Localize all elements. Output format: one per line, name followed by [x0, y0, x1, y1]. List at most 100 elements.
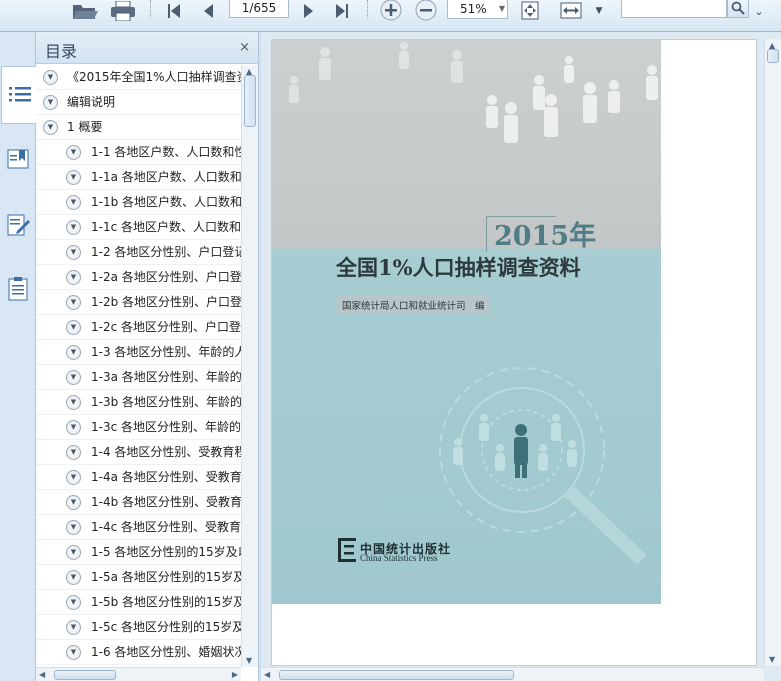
toc-item[interactable]: ▼ 1-4c 各地区分性别、受教育: [36, 515, 241, 540]
document-page[interactable]: 2015年 全国1%人口抽样调查资料 国家统计局人口和就业统计司 编 中国统计出…: [271, 39, 757, 666]
toc-list-icon: [8, 87, 31, 102]
last-page-icon[interactable]: [331, 0, 353, 22]
expand-chevron-icon[interactable]: ▼: [66, 395, 81, 410]
viewer-hscroll-thumb[interactable]: [279, 670, 514, 680]
chevron-down-icon[interactable]: ▼: [592, 0, 606, 22]
expand-chevron-icon[interactable]: ▼: [66, 345, 81, 360]
toc-item[interactable]: ▼ 编辑说明: [36, 90, 241, 115]
expand-chevron-icon[interactable]: ▼: [66, 645, 81, 660]
toc-item[interactable]: ▼ 1-5 各地区分性别的15岁及以: [36, 540, 241, 565]
expand-chevron-icon[interactable]: ▼: [66, 545, 81, 560]
toc-hscroll-thumb[interactable]: [54, 670, 116, 680]
toc-item[interactable]: ▼ 1-1b 各地区户数、人口数和: [36, 190, 241, 215]
annotation-tab[interactable]: [1, 196, 35, 254]
toc-item[interactable]: ▼ 1-2b 各地区分性别、户口登: [36, 290, 241, 315]
toc-horizontal-scrollbar[interactable]: ◀ ▶: [36, 667, 241, 681]
expand-chevron-icon[interactable]: ▼: [66, 220, 81, 235]
expand-chevron-icon[interactable]: ▼: [66, 245, 81, 260]
expand-chevron-icon[interactable]: ▼: [66, 595, 81, 610]
toc-item-label: 1-5b 各地区分性别的15岁及: [91, 595, 241, 609]
expand-chevron-icon[interactable]: ▼: [66, 420, 81, 435]
toc-item[interactable]: ▼ 1-4a 各地区分性别、受教育: [36, 465, 241, 490]
fit-width-icon[interactable]: [558, 0, 584, 22]
toc-item-label: 编辑说明: [67, 95, 116, 109]
toc-item[interactable]: ▼ 1-1 各地区户数、人口数和性: [36, 140, 241, 165]
previous-page-icon[interactable]: [197, 0, 219, 22]
toc-item[interactable]: ▼ 1-2c 各地区分性别、户口登: [36, 315, 241, 340]
toc-item[interactable]: ▼ 1-4b 各地区分性别、受教育: [36, 490, 241, 515]
zoom-out-icon[interactable]: [413, 0, 439, 22]
toc-item[interactable]: ▼ 1 概要: [36, 115, 241, 140]
bookmark-tab[interactable]: [1, 130, 35, 188]
toc-item-label: 1 概要: [67, 120, 103, 134]
scroll-right-icon[interactable]: ▶: [232, 670, 238, 679]
toc-scroll-thumb[interactable]: [244, 75, 256, 127]
toc-item[interactable]: ▼ 1-6 各地区分性别、婚姻状况: [36, 640, 241, 665]
expand-chevron-icon[interactable]: ▼: [66, 370, 81, 385]
toc-vertical-scrollbar[interactable]: ▲ ▼: [241, 65, 258, 667]
search-button[interactable]: [727, 0, 749, 18]
toc-item[interactable]: ▼ 1-5b 各地区分性别的15岁及: [36, 590, 241, 615]
toc-item-label: 1-4a 各地区分性别、受教育: [91, 470, 241, 484]
expand-chevron-icon[interactable]: ▼: [66, 270, 81, 285]
fit-page-icon[interactable]: [518, 0, 542, 22]
expand-chevron-icon[interactable]: ▼: [66, 495, 81, 510]
expand-chevron-icon[interactable]: ▼: [66, 195, 81, 210]
thumbnails-tab[interactable]: [1, 260, 35, 318]
scroll-left-icon[interactable]: ◀: [39, 670, 45, 679]
expand-chevron-icon[interactable]: ▼: [66, 320, 81, 335]
search-icon: [731, 1, 745, 15]
zoom-select[interactable]: 51% ▼: [447, 0, 508, 19]
toc-item[interactable]: ▼ 1-3c 各地区分性别、年龄的: [36, 415, 241, 440]
expand-chevron-icon[interactable]: ▼: [66, 470, 81, 485]
zoom-in-icon[interactable]: [378, 0, 404, 22]
toc-item-label: 1-4c 各地区分性别、受教育: [91, 520, 241, 534]
viewer-vertical-scrollbar[interactable]: ▲ ▼: [764, 39, 781, 666]
toc-item[interactable]: ▼ 1-5a 各地区分性别的15岁及: [36, 565, 241, 590]
toc-item[interactable]: ▼ 1-2a 各地区分性别、户口登: [36, 265, 241, 290]
expand-chevron-icon[interactable]: ▼: [66, 145, 81, 160]
open-file-icon[interactable]: [70, 0, 100, 22]
viewer-scroll-thumb[interactable]: [767, 49, 779, 63]
chevron-down-icon[interactable]: ⌄: [752, 0, 766, 22]
toc-tab[interactable]: [1, 66, 37, 124]
toc-item[interactable]: ▼ 1-3 各地区分性别、年龄的人: [36, 340, 241, 365]
expand-chevron-icon[interactable]: ▼: [66, 570, 81, 585]
expand-chevron-icon[interactable]: ▼: [43, 120, 58, 135]
page-number-input[interactable]: 1/655: [229, 0, 289, 18]
viewer-horizontal-scrollbar[interactable]: ◀: [261, 667, 764, 681]
toc-item[interactable]: ▼ 1-3a 各地区分性别、年龄的: [36, 365, 241, 390]
expand-chevron-icon[interactable]: ▼: [66, 620, 81, 635]
toc-header: 目录 ×: [36, 32, 258, 64]
document-viewer[interactable]: 2015年 全国1%人口抽样调查资料 国家统计局人口和就业统计司 编 中国统计出…: [261, 32, 781, 681]
scroll-down-icon[interactable]: ▼: [246, 656, 252, 665]
toc-list: ▼ 《2015年全国1%人口抽样调查资 ▼ 编辑说明 ▼ 1 概要 ▼ 1-1 各地区户数、人…: [36, 65, 241, 667]
toc-item-label: 1-3c 各地区分性别、年龄的: [91, 420, 241, 434]
toc-item-label: 1-1c 各地区户数、人口数和: [91, 220, 241, 234]
toc-item-label: 1-2b 各地区分性别、户口登: [91, 295, 241, 309]
toc-item[interactable]: ▼ 《2015年全国1%人口抽样调查资: [36, 65, 241, 90]
toc-item[interactable]: ▼ 1-5c 各地区分性别的15岁及: [36, 615, 241, 640]
toc-item-label: 1-3a 各地区分性别、年龄的: [91, 370, 241, 384]
expand-chevron-icon[interactable]: ▼: [66, 445, 81, 460]
zoom-value: 51%: [460, 2, 487, 16]
toc-item[interactable]: ▼ 1-1a 各地区户数、人口数和: [36, 165, 241, 190]
toc-item[interactable]: ▼ 1-2 各地区分性别、户口登记: [36, 240, 241, 265]
expand-chevron-icon[interactable]: ▼: [43, 70, 58, 85]
expand-chevron-icon[interactable]: ▼: [43, 95, 58, 110]
expand-chevron-icon[interactable]: ▼: [66, 170, 81, 185]
toc-item[interactable]: ▼ 1-1c 各地区户数、人口数和: [36, 215, 241, 240]
toc-item-label: 1-4b 各地区分性别、受教育: [91, 495, 241, 509]
next-page-icon[interactable]: [298, 0, 320, 22]
expand-chevron-icon[interactable]: ▼: [66, 520, 81, 535]
toc-item[interactable]: ▼ 1-4 各地区分性别、受教育程: [36, 440, 241, 465]
print-icon[interactable]: [108, 0, 138, 22]
toc-item[interactable]: ▼ 1-3b 各地区分性别、年龄的: [36, 390, 241, 415]
scroll-down-icon[interactable]: ▼: [769, 655, 775, 664]
expand-chevron-icon[interactable]: ▼: [66, 295, 81, 310]
scroll-left-icon[interactable]: ◀: [264, 670, 270, 679]
search-input[interactable]: [621, 0, 727, 18]
first-page-icon[interactable]: [163, 0, 185, 22]
toc-item-label: 1-2 各地区分性别、户口登记: [91, 245, 241, 259]
close-icon[interactable]: ×: [239, 40, 250, 55]
